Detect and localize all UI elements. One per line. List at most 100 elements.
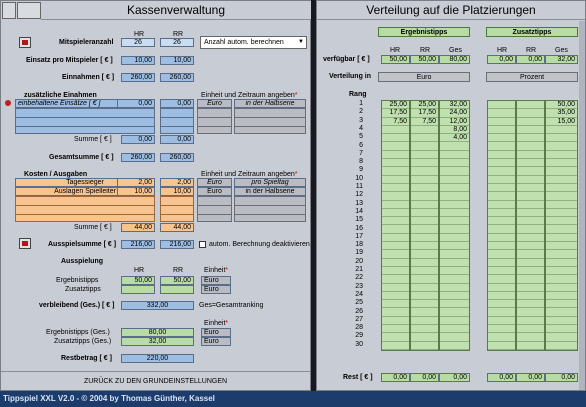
grid-cell[interactable] — [440, 192, 469, 201]
grid-cell[interactable] — [411, 176, 438, 184]
grid-cell[interactable] — [488, 176, 515, 184]
grid-cell[interactable] — [440, 225, 469, 234]
grid-cell[interactable] — [382, 176, 409, 184]
grid-cell[interactable] — [411, 342, 438, 350]
grid-cell[interactable] — [411, 333, 438, 342]
grid-cell[interactable]: 24,00 — [440, 109, 469, 118]
grid-cell[interactable] — [440, 333, 469, 342]
grid-cell[interactable] — [411, 126, 438, 135]
grid-rr-2[interactable] — [516, 100, 545, 351]
grid-cell[interactable] — [517, 325, 544, 334]
grid-cell[interactable] — [440, 242, 469, 251]
grid-cell[interactable] — [546, 201, 577, 209]
grid-cell[interactable] — [488, 217, 515, 226]
ges-ergebnis-value[interactable]: 80,00 — [121, 328, 194, 337]
grid-cell[interactable] — [382, 342, 409, 350]
grid-cell[interactable] — [517, 201, 544, 209]
grid-cell[interactable] — [382, 217, 409, 226]
ergebnistipps-button[interactable]: Ergebnistipps — [378, 27, 470, 37]
anzahl-dropdown[interactable]: Anzahl autom. berechnen ▼ — [200, 36, 307, 49]
kosten-row1-period[interactable]: pro Spieltag — [234, 178, 306, 187]
grid-cell[interactable] — [488, 184, 515, 193]
grid-cell[interactable] — [517, 159, 544, 168]
grid-cell[interactable]: 8,00 — [440, 126, 469, 135]
zusatz-extra-rr[interactable] — [160, 108, 194, 134]
grid-cell[interactable] — [488, 259, 515, 267]
grid-cell[interactable] — [517, 308, 544, 317]
grid-cell[interactable] — [440, 284, 469, 292]
verteilung-euro[interactable]: Euro — [378, 72, 470, 82]
ausspielung-ergebnis-unit[interactable]: Euro — [201, 276, 231, 285]
grid-cell[interactable] — [546, 167, 577, 176]
grid-cell[interactable] — [517, 333, 544, 342]
grid-cell[interactable] — [411, 192, 438, 201]
grid-cell[interactable] — [411, 242, 438, 251]
grid-cell[interactable] — [488, 209, 515, 218]
grid-cell[interactable] — [440, 159, 469, 168]
grid-cell[interactable] — [382, 234, 409, 243]
grid-cell[interactable] — [488, 167, 515, 176]
grid-ges-2[interactable]: 50,00 35,00 15,00 — [545, 100, 578, 351]
grid-cell[interactable] — [546, 250, 577, 259]
grid-cell[interactable] — [411, 142, 438, 151]
grid-cell[interactable]: 35,00 — [546, 109, 577, 118]
kosten-row1-rr[interactable]: 2,00 — [160, 178, 194, 187]
grid-cell[interactable] — [382, 209, 409, 218]
grid-cell[interactable] — [440, 234, 469, 243]
grid-cell[interactable] — [411, 259, 438, 267]
grid-cell[interactable] — [488, 300, 515, 309]
grid-cell[interactable]: 4,00 — [440, 134, 469, 143]
grid-cell[interactable] — [411, 159, 438, 168]
grid-cell[interactable] — [517, 176, 544, 184]
grid-cell[interactable] — [382, 225, 409, 234]
grid-cell[interactable] — [488, 134, 515, 143]
grid-cell[interactable] — [546, 259, 577, 267]
grid-cell[interactable] — [488, 126, 515, 135]
grid-cell[interactable] — [546, 142, 577, 151]
grid-cell[interactable] — [546, 126, 577, 135]
grid-cell[interactable] — [488, 284, 515, 292]
grid-cell[interactable] — [488, 333, 515, 342]
grid-cell[interactable] — [488, 192, 515, 201]
grid-cell[interactable] — [411, 225, 438, 234]
grid-cell[interactable] — [517, 250, 544, 259]
grid-cell[interactable] — [546, 308, 577, 317]
auto-calc-checkbox[interactable] — [199, 241, 206, 248]
grid-cell[interactable] — [488, 159, 515, 168]
grid-cell[interactable] — [517, 126, 544, 135]
grid-cell[interactable] — [546, 234, 577, 243]
grid-cell[interactable] — [488, 250, 515, 259]
grid-cell[interactable] — [517, 234, 544, 243]
kosten-extra-rr[interactable] — [160, 196, 194, 222]
grid-cell[interactable] — [546, 317, 577, 326]
grid-cell[interactable] — [440, 201, 469, 209]
grid-cell[interactable] — [411, 267, 438, 276]
grid-cell[interactable] — [488, 101, 515, 110]
grid-cell[interactable] — [440, 151, 469, 160]
grid-cell[interactable]: 7,50 — [382, 118, 409, 126]
ausspielung-ergebnis-hr[interactable]: 50,00 — [121, 276, 155, 285]
grid-cell[interactable] — [440, 217, 469, 226]
grid-cell[interactable] — [546, 284, 577, 292]
grid-cell[interactable] — [488, 201, 515, 209]
grid-cell[interactable] — [440, 308, 469, 317]
grid-cell[interactable] — [546, 275, 577, 284]
grid-cell[interactable] — [546, 151, 577, 160]
grid-cell[interactable] — [382, 317, 409, 326]
grid-cell[interactable] — [546, 209, 577, 218]
grid-cell[interactable] — [546, 176, 577, 184]
zusatz-extra-unit[interactable] — [197, 108, 232, 134]
grid-cell[interactable] — [411, 134, 438, 143]
grid-cell[interactable] — [440, 292, 469, 301]
grid-cell[interactable] — [546, 292, 577, 301]
kosten-row1-hr[interactable]: 2,00 — [117, 178, 155, 187]
grid-cell[interactable] — [411, 300, 438, 309]
grid-cell[interactable] — [517, 101, 544, 110]
grid-cell[interactable] — [546, 217, 577, 226]
grid-cell[interactable] — [517, 192, 544, 201]
grid-cell[interactable] — [411, 217, 438, 226]
zusatz-unit1[interactable]: Euro — [197, 99, 232, 108]
grid-cell[interactable] — [382, 333, 409, 342]
grid-cell[interactable] — [517, 151, 544, 160]
grid-cell[interactable] — [517, 292, 544, 301]
